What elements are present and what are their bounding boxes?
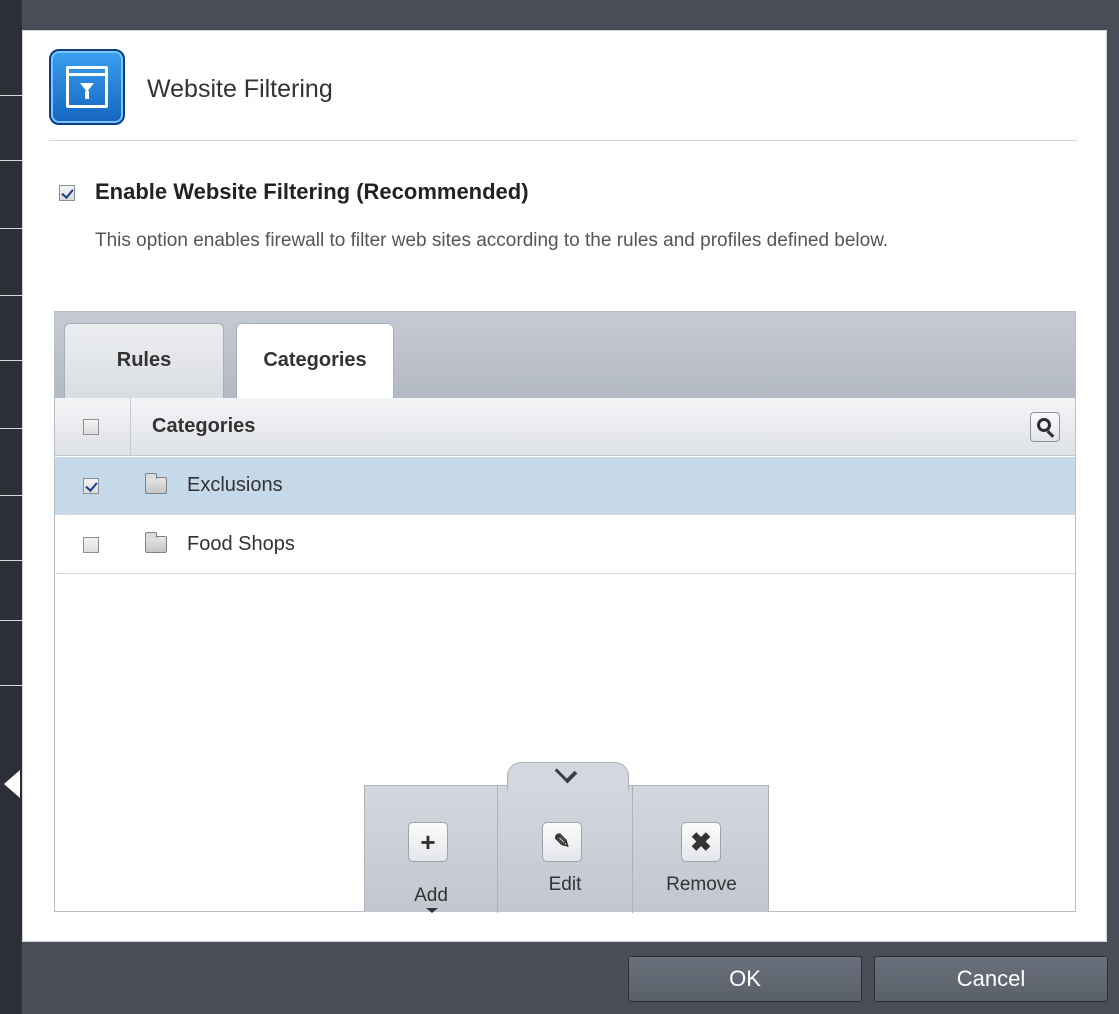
chevron-down-icon — [554, 760, 578, 784]
dialog-title: Website Filtering — [147, 75, 333, 103]
tab-bar: Rules Categories — [55, 312, 1075, 399]
enable-website-filtering-checkbox[interactable] — [59, 185, 75, 201]
collapse-arrow-icon[interactable] — [4, 770, 20, 798]
remove-label: Remove — [666, 874, 737, 895]
tab-categories[interactable]: Categories — [236, 323, 394, 399]
row-checkbox[interactable] — [83, 478, 99, 494]
add-label: Add — [414, 885, 448, 906]
dropdown-caret-icon — [426, 908, 438, 913]
folder-icon — [145, 473, 167, 494]
website-filtering-icon — [49, 49, 125, 125]
action-toolbar: + Add ✎ Edit ✖ Remove — [364, 760, 770, 913]
pencil-icon: ✎ — [542, 822, 582, 862]
enable-website-filtering-label[interactable]: Enable Website Filtering (Recommended) — [95, 179, 529, 205]
edit-label: Edit — [548, 874, 582, 895]
cancel-button[interactable]: Cancel — [874, 956, 1108, 1002]
list-item[interactable]: Exclusions — [55, 457, 1075, 515]
list-header: Categories — [55, 398, 1075, 456]
search-button[interactable] — [1030, 412, 1060, 442]
enable-description: This option enables firewall to filter w… — [95, 230, 889, 251]
folder-icon — [145, 532, 167, 553]
filtering-panel: Rules Categories Categories Exclusions F… — [54, 311, 1076, 913]
edit-button[interactable]: ✎ Edit — [497, 786, 632, 913]
ok-button[interactable]: OK — [628, 956, 862, 1002]
column-header-categories[interactable]: Categories — [152, 415, 255, 438]
close-icon: ✖ — [681, 822, 721, 862]
tab-rules[interactable]: Rules — [64, 323, 224, 398]
remove-button[interactable]: ✖ Remove — [632, 786, 770, 913]
website-filtering-dialog: Website Filtering Enable Website Filteri… — [22, 30, 1107, 942]
select-all-checkbox[interactable] — [83, 419, 99, 435]
row-checkbox[interactable] — [83, 537, 99, 553]
background-left-panel — [0, 0, 22, 1014]
title-divider — [49, 140, 1077, 141]
list-item-label: Food Shops — [187, 533, 295, 555]
plus-icon: + — [408, 822, 448, 862]
background-top — [0, 0, 1119, 30]
add-button[interactable]: + Add — [365, 786, 497, 913]
list-item[interactable]: Food Shops — [55, 516, 1075, 574]
list-item-label: Exclusions — [187, 474, 283, 496]
